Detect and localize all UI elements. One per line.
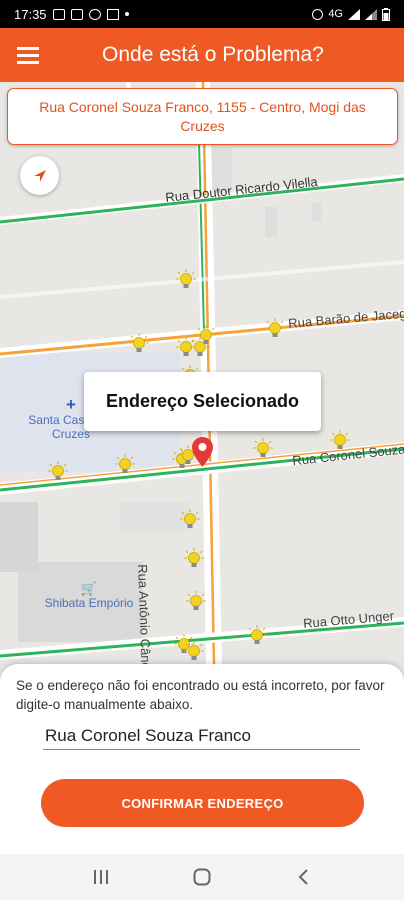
recent-apps-icon [93,870,108,884]
home-icon [193,868,211,886]
back-icon [298,869,309,885]
manual-entry-hint: Se o endereço não foi encontrado ou está… [16,678,385,712]
place-label-shibata: 🛒 Shibata Empório [34,581,144,611]
whatsapp-icon [88,8,101,20]
my-location-button[interactable] [20,156,59,195]
signal-icon-2 [365,8,377,20]
lightbulb-marker-icon[interactable] [176,269,196,291]
selected-address-text: Rua Coronel Souza Franco, 1155 - Centro,… [39,98,366,134]
building-block [0,502,38,572]
building-block [265,207,277,237]
screen-icon [106,8,119,20]
alarm-icon [312,8,324,20]
status-right: 4G [312,7,390,21]
building-block [312,202,322,222]
location-pin-icon[interactable] [192,437,213,467]
lightbulb-marker-icon[interactable] [253,438,273,460]
menu-button[interactable] [0,28,56,82]
lightbulb-marker-icon[interactable] [115,454,135,476]
status-bar: 17:35 4G [0,0,404,28]
home-button[interactable] [182,857,222,897]
lightbulb-marker-icon[interactable] [48,461,68,483]
status-time: 17:35 [14,6,47,22]
address-entry-sheet: Se o endereço não foi encontrado ou está… [0,664,404,854]
lightbulb-marker-icon[interactable] [247,625,267,647]
system-nav-bar [0,854,404,900]
network-type: 4G [328,8,343,20]
lightbulb-marker-icon[interactable] [330,430,350,452]
dot-icon [124,12,129,16]
page-title: Onde está o Problema? [102,43,324,66]
status-left: 17:35 [14,7,129,22]
lightbulb-marker-icon[interactable] [196,325,216,347]
gallery-icon [52,8,65,20]
selected-address-popup: Endereço Selecionado [84,372,321,431]
popup-label: Endereço Selecionado [105,391,300,411]
address-input[interactable] [43,722,360,750]
battery-icon [382,7,390,21]
signal-icon [348,8,360,20]
recent-apps-button[interactable] [81,857,121,897]
selected-address-banner: Rua Coronel Souza Franco, 1155 - Centro,… [7,88,398,145]
back-button[interactable] [283,857,323,897]
lightbulb-marker-icon[interactable] [129,333,149,355]
app-bar: Onde está o Problema? [0,28,404,82]
lightbulb-marker-icon[interactable] [184,548,204,570]
lightbulb-marker-icon[interactable] [186,591,206,613]
lightbulb-marker-icon[interactable] [180,509,200,531]
shopping-cart-icon: 🛒 [80,581,98,596]
hamburger-menu-icon [17,47,39,64]
lightbulb-marker-icon[interactable] [184,641,204,663]
notification-icon [70,8,83,20]
confirm-address-button[interactable]: CONFIRMAR ENDEREÇO [41,779,364,827]
navigation-arrow-icon [33,169,46,182]
lightbulb-marker-icon[interactable] [265,318,285,340]
